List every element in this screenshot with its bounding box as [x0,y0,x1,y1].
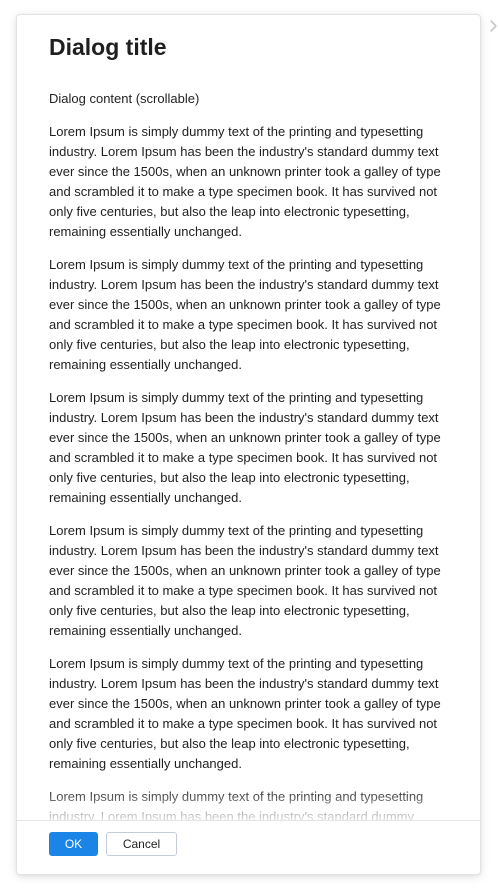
dialog-content[interactable]: Dialog content (scrollable) Lorem Ipsum … [49,89,456,822]
content-paragraph: Lorem Ipsum is simply dummy text of the … [49,390,441,505]
dialog-footer: OK Cancel [17,820,480,874]
content-paragraph: Lorem Ipsum is simply dummy text of the … [49,257,441,372]
cancel-button[interactable]: Cancel [106,832,177,856]
dialog-content-subtitle: Dialog content (scrollable) [49,91,200,106]
ok-button[interactable]: OK [49,832,98,856]
content-paragraph: Lorem Ipsum is simply dummy text of the … [49,124,441,239]
content-paragraph: Lorem Ipsum is simply dummy text of the … [49,656,441,771]
dialog-title: Dialog title [49,34,167,60]
dialog: Dialog title Dialog content (scrollable)… [16,14,481,875]
chevron-right-icon[interactable] [489,19,498,33]
content-paragraph: Lorem Ipsum is simply dummy text of the … [49,523,441,638]
content-paragraph: Lorem Ipsum is simply dummy text of the … [49,789,424,822]
